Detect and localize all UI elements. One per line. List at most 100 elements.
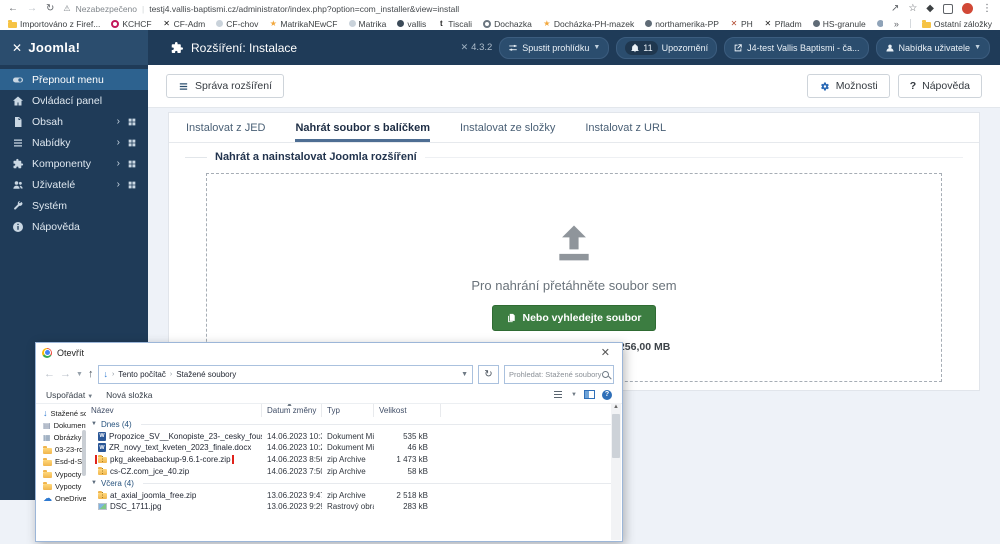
bookmark-item[interactable]: CF-chov — [216, 19, 258, 29]
dialog-sidebar-item[interactable]: Vypocty — [36, 480, 86, 492]
sidebar-item-u-ivatel-[interactable]: Uživatelé› — [0, 174, 148, 195]
bookmark-item[interactable]: ✕PH — [730, 19, 753, 29]
column-header-0[interactable]: Název — [86, 404, 262, 417]
bookmark-item[interactable]: ✕CF-Adm — [163, 19, 206, 29]
sidebar-item-syst-m[interactable]: Systém — [0, 195, 148, 216]
dialog-sidebar-item[interactable]: ▤Dokumenty✦ — [36, 419, 86, 431]
column-header-label: Název — [91, 406, 114, 415]
sidebar-item-komponenty[interactable]: Komponenty› — [0, 153, 148, 174]
nav-history-icon[interactable]: ▼ — [76, 371, 83, 378]
sidebar-item-nab-dky[interactable]: Nabídky› — [0, 132, 148, 153]
file-group-header[interactable]: ▼Dnes (4) — [86, 418, 622, 431]
column-header-1[interactable]: Datum změny▲ — [262, 404, 322, 417]
close-icon[interactable]: ✕ — [595, 346, 616, 359]
dialog-sidebar-item[interactable]: Esd-d-SO002 — [36, 456, 86, 468]
nav-forward-icon[interactable]: → — [60, 368, 71, 380]
file-row[interactable]: at_axial_joomla_free.zip13.06.2023 9:47z… — [86, 489, 622, 501]
bookmark-item[interactable]: Dlubal-W-S — [877, 19, 883, 29]
file-row[interactable]: pkg_akeebabackup-9.6.1-core.zip14.06.202… — [86, 454, 622, 466]
grid-icon[interactable] — [127, 117, 137, 127]
grid-icon[interactable] — [127, 138, 137, 148]
breadcrumb[interactable]: ↓ › Tento počítač › Stažené soubory ▼ — [98, 365, 473, 384]
bookmark-item[interactable]: tTiscali — [437, 19, 472, 29]
dot-icon — [349, 20, 356, 27]
bookmark-item[interactable]: ★Docházka-PH-mazek — [543, 19, 634, 29]
tab-instalovat-z-url[interactable]: Instalovat z URL — [585, 113, 666, 142]
profile-avatar[interactable] — [962, 3, 973, 14]
dialog-sidebar-item[interactable]: 03-23-rd-Studna — [36, 444, 86, 456]
bookmark-item[interactable]: KCHCF — [111, 19, 151, 29]
sliders-icon — [508, 43, 518, 53]
tab-nahr-t-soubor-s-bal-kem[interactable]: Nahrát soubor s balíčkem — [295, 113, 430, 142]
back-button[interactable]: ← — [8, 3, 18, 14]
bookmarks-overflow[interactable]: » — [894, 19, 899, 29]
bookmark-item[interactable]: ★MatrikaNEwCF — [269, 19, 337, 29]
address-bar[interactable]: ⚠ Nezabezpečeno | testj4.vallis-baptismi… — [63, 4, 882, 14]
organize-button[interactable]: Uspořádat▼ — [46, 390, 93, 400]
page-title: Rozšíření: Instalace — [170, 41, 297, 55]
browser-menu-icon[interactable]: ⋮ — [982, 3, 992, 14]
manage-extensions-button[interactable]: Správa rozšíření — [166, 74, 284, 98]
external-link-icon — [733, 43, 743, 53]
tab-instalovat-ze-slo-ky[interactable]: Instalovat ze složky — [460, 113, 555, 142]
list-scrollbar[interactable]: ▲ — [611, 403, 621, 540]
file-row[interactable]: WZR_novy_text_kveten_2023_finale.docx14.… — [86, 442, 622, 454]
nav-back-icon[interactable]: ← — [44, 368, 55, 380]
tab-instalovat-z-jed[interactable]: Instalovat z JED — [186, 113, 265, 142]
bookmark-item[interactable]: Importováno z Firef... — [8, 19, 100, 29]
bookmark-item[interactable]: northamerika-PP — [645, 19, 719, 29]
bookmark-item[interactable]: vallis — [397, 19, 426, 29]
extension-pin-icon[interactable]: ◆ — [926, 3, 934, 14]
file-row[interactable]: cs-CZ.com_jce_40.zip14.06.2023 7:50zip A… — [86, 465, 622, 477]
dialog-sidebar-item[interactable]: ↓Stažené soub✦ — [36, 407, 86, 419]
browse-file-button[interactable]: Nebo vyhledejte soubor — [492, 305, 655, 331]
dot-icon — [877, 20, 883, 27]
column-header-2[interactable]: Typ — [322, 404, 374, 417]
share-icon[interactable]: ↗ — [891, 3, 899, 14]
search-input[interactable]: Prohledat: Stažené soubory — [504, 365, 614, 384]
start-tour-button[interactable]: Spustit prohlídku▼ — [499, 37, 609, 59]
notifications-button[interactable]: 11 Upozornění — [616, 37, 717, 59]
help-icon[interactable]: ? — [602, 390, 612, 400]
preview-pane-icon[interactable] — [584, 390, 595, 399]
nav-up-icon[interactable]: ↑ — [88, 368, 94, 380]
breadcrumb-downloads[interactable]: Stažené soubory — [176, 370, 236, 379]
help-button[interactable]: ? Nápověda — [898, 74, 982, 98]
wrench-icon — [11, 200, 24, 212]
new-folder-button[interactable]: Nová složka — [106, 390, 152, 400]
breadcrumb-this-pc[interactable]: Tento počítač — [118, 370, 166, 379]
bookmark-item[interactable]: Dochazka — [483, 19, 532, 29]
file-name: DSC_1711.jpg — [110, 502, 161, 511]
dialog-sidebar-item[interactable]: ▦Obrázky✦ — [36, 431, 86, 443]
reload-button[interactable]: ↻ — [46, 3, 54, 14]
dialog-sidebar-item[interactable]: Vypocty — [36, 468, 86, 480]
sidebar-item-ovl-dac-panel[interactable]: Ovládací panel — [0, 90, 148, 111]
other-bookmarks[interactable]: Ostatní záložky — [922, 19, 992, 29]
dialog-sidebar-item[interactable]: ☁OneDrive - Perso — [36, 492, 86, 504]
bookmark-item[interactable]: HS-granule — [813, 19, 866, 29]
bookmark-star-icon[interactable]: ☆ — [908, 3, 917, 14]
file-row[interactable]: DSC_1711.jpg13.06.2023 9:29Rastrový obrá… — [86, 501, 622, 513]
side-panel-icon[interactable] — [943, 4, 953, 14]
grid-icon[interactable] — [127, 180, 137, 190]
sidebar-item-p-epnout-menu[interactable]: Přepnout menu — [0, 69, 148, 90]
bookmark-label: Matrika — [359, 19, 387, 29]
view-list-icon[interactable] — [554, 391, 562, 398]
user-menu-button[interactable]: Nabídka uživatele▼ — [876, 37, 990, 59]
breadcrumb-dropdown-icon[interactable]: ▼ — [461, 371, 468, 378]
sidebar-item-obsah[interactable]: Obsah› — [0, 111, 148, 132]
file-size-cell: 58 kB — [374, 467, 441, 476]
site-preview-button[interactable]: J4-test Vallis Baptismi - ča... — [724, 37, 868, 59]
file-row[interactable]: WPropozice_SV__Konopiste_23-_cesky_fouse… — [86, 431, 622, 443]
sidebar-item-n-pov-da[interactable]: Nápověda — [0, 216, 148, 237]
bookmark-item[interactable]: Matrika — [349, 19, 387, 29]
refresh-button[interactable]: ↻ — [478, 365, 499, 384]
forward-button[interactable]: → — [27, 3, 37, 14]
file-group-header[interactable]: ▼Včera (4) — [86, 477, 622, 490]
view-dropdown-icon[interactable]: ▼ — [571, 392, 577, 398]
bookmark-item[interactable]: ✕Přladm — [764, 19, 802, 29]
grid-icon[interactable] — [127, 159, 137, 169]
options-button[interactable]: Možnosti — [807, 74, 890, 98]
column-header-3[interactable]: Velikost — [374, 404, 441, 417]
folder-icon — [922, 22, 931, 28]
